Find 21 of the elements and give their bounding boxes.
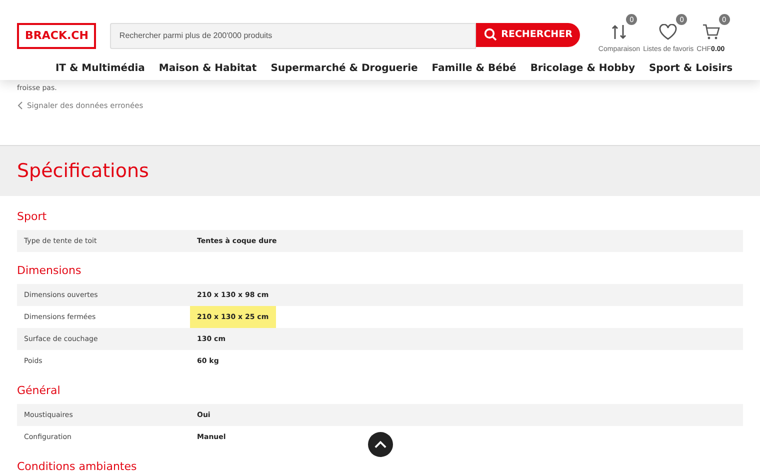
category-link[interactable]: IT & Multimédia (55, 63, 145, 74)
group-title: Conditions ambiantes (17, 460, 138, 473)
category-link[interactable]: Maison & Habitat (158, 63, 257, 74)
search-button[interactable]: RECHERCHER (476, 22, 580, 46)
swap-arrows-icon[interactable] (611, 23, 628, 41)
chevron-left-icon (17, 101, 23, 110)
chevron-up-icon (374, 440, 387, 449)
category-link[interactable]: Supermarché & Droguerie (270, 63, 418, 74)
search-icon (484, 28, 498, 41)
section-title: Spécifications (17, 160, 149, 182)
search-field[interactable]: Rechercher parmi plus de 200'000 produits (110, 22, 476, 48)
category-link[interactable]: Sport & Loisirs (648, 63, 733, 74)
category-link[interactable]: Bricolage & Hobby (530, 63, 635, 74)
group-title: Dimensions (17, 264, 82, 277)
brand-logo[interactable]: BRACK.CH (17, 22, 96, 48)
scroll-to-top-button[interactable] (368, 432, 393, 457)
group-title: Sport (17, 210, 48, 223)
group-title: Général (17, 384, 62, 397)
heart-icon[interactable] (659, 24, 678, 40)
cart-icon[interactable] (702, 24, 720, 40)
category-link[interactable]: Famille & Bébé (432, 63, 516, 74)
